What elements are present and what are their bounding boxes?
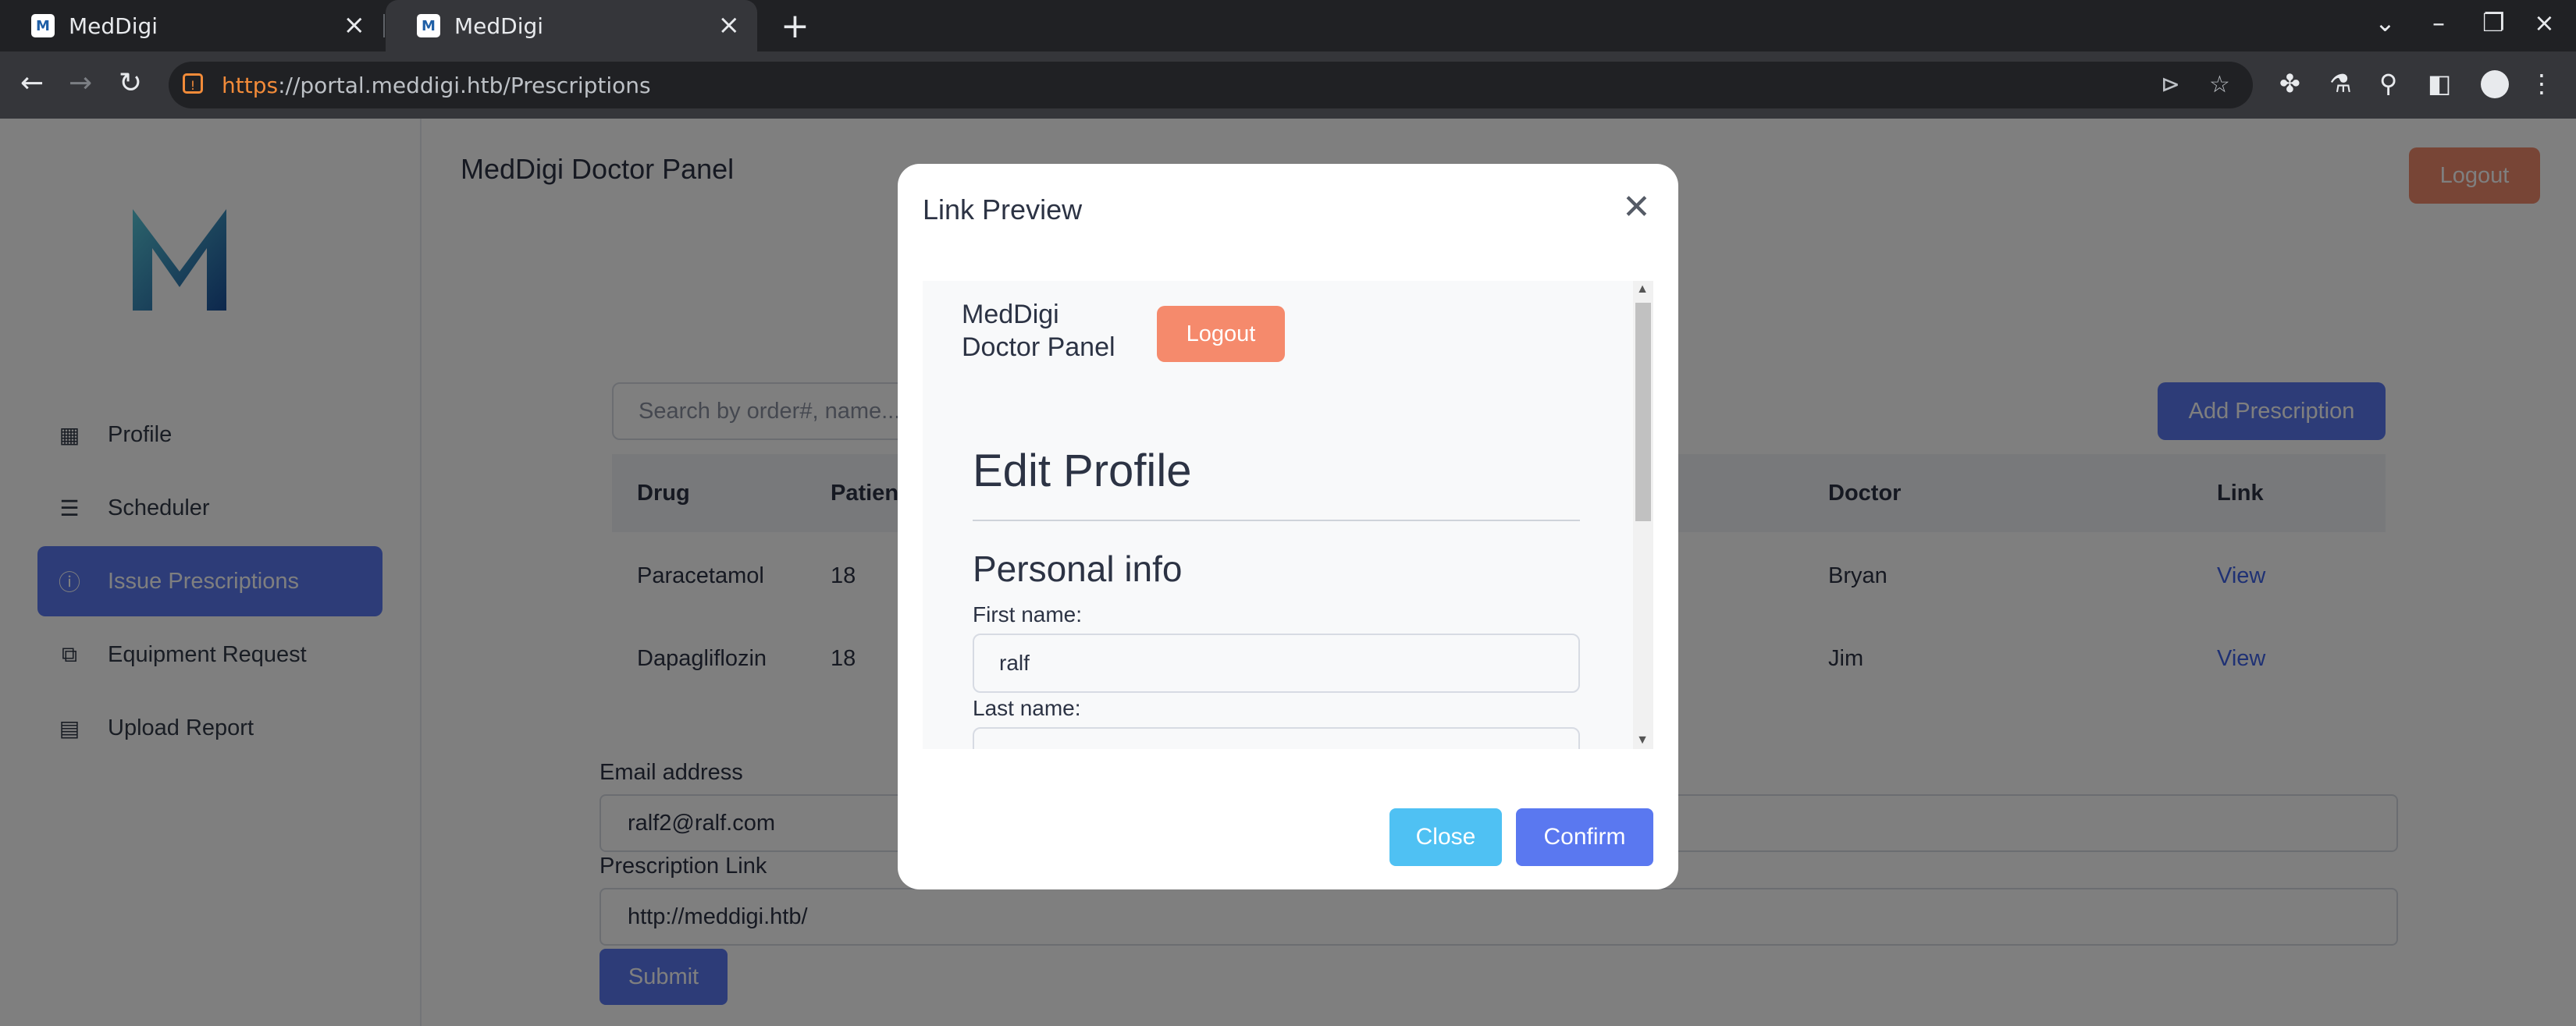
tab-title: MedDigi: [454, 12, 544, 39]
minimize-icon[interactable]: –: [2432, 8, 2445, 37]
labs-flask-icon[interactable]: ⚗: [2329, 69, 2352, 98]
divider: [973, 520, 1580, 521]
link-preview-frame[interactable]: MedDigi Doctor Panel Logout Edit Profile…: [923, 281, 1653, 749]
confirm-button[interactable]: Confirm: [1516, 808, 1653, 866]
meddigi-favicon-icon: M: [417, 14, 440, 37]
new-tab-icon[interactable]: +: [781, 6, 809, 46]
not-secure-icon[interactable]: !: [183, 73, 203, 94]
send-icon[interactable]: ⊳: [2161, 71, 2180, 98]
browser-tab-active[interactable]: M MedDigi ×: [386, 0, 757, 51]
zoom-search-icon[interactable]: ⚲: [2379, 69, 2397, 98]
browser-tab[interactable]: M MedDigi ×: [0, 0, 382, 51]
tab-title: MedDigi: [69, 12, 158, 39]
restore-icon[interactable]: ❐: [2482, 8, 2505, 37]
extensions-puzzle-icon[interactable]: ✤: [2279, 69, 2300, 98]
close-window-icon[interactable]: ×: [2534, 8, 2555, 37]
browser-tab-bar: M MedDigi × M MedDigi × + ⌄ – ❐ ×: [0, 0, 2576, 51]
tab-separator: [383, 14, 385, 37]
bookmark-star-icon[interactable]: ☆: [2209, 71, 2230, 98]
close-tab-icon[interactable]: ×: [718, 11, 741, 39]
address-bar[interactable]: ! https://portal.meddigi.htb/Prescriptio…: [169, 62, 2253, 108]
browser-toolbar: ← → ↻ ! https://portal.meddigi.htb/Presc…: [0, 51, 2576, 119]
scroll-down-arrow-icon[interactable]: ▼: [1636, 733, 1649, 747]
link-preview-modal: Link Preview ✕ MedDigi Doctor Panel Logo…: [898, 164, 1678, 889]
reload-icon[interactable]: ↻: [119, 67, 142, 99]
side-panel-icon[interactable]: ◧: [2428, 69, 2451, 98]
menu-kebab-icon[interactable]: ⋮: [2529, 69, 2554, 98]
meddigi-favicon-icon: M: [31, 14, 55, 37]
preview-first-name-field[interactable]: ralf: [973, 634, 1580, 693]
preview-last-name-field[interactable]: [973, 727, 1580, 749]
preview-panel-title-line1: MedDigi: [962, 300, 1059, 329]
url-text[interactable]: https://portal.meddigi.htb/Prescriptions: [222, 73, 651, 98]
close-icon[interactable]: ✕: [1622, 190, 1651, 225]
preview-personal-info-heading: Personal info: [973, 549, 1183, 589]
back-icon[interactable]: ←: [20, 67, 44, 99]
scroll-up-arrow-icon[interactable]: ▲: [1636, 282, 1649, 296]
close-tab-icon[interactable]: ×: [343, 11, 366, 39]
preview-scrollbar[interactable]: ▲ ▼: [1633, 281, 1653, 749]
scrollbar-thumb[interactable]: [1635, 303, 1651, 521]
preview-panel-title-line2: Doctor Panel: [962, 332, 1115, 362]
tab-search-chevron-icon[interactable]: ⌄: [2375, 8, 2396, 37]
preview-panel-title: MedDigi Doctor Panel: [962, 298, 1115, 364]
preview-first-name-value: ralf: [999, 651, 1030, 675]
preview-first-name-label: First name:: [973, 602, 1083, 627]
forward-icon[interactable]: →: [69, 67, 92, 99]
profile-avatar-icon[interactable]: [2481, 70, 2509, 98]
preview-last-name-label: Last name:: [973, 696, 1081, 720]
close-button[interactable]: Close: [1389, 808, 1502, 866]
modal-title: Link Preview: [923, 193, 1083, 225]
preview-logout-button[interactable]: Logout: [1157, 306, 1285, 362]
preview-edit-profile-heading: Edit Profile: [973, 446, 1192, 496]
